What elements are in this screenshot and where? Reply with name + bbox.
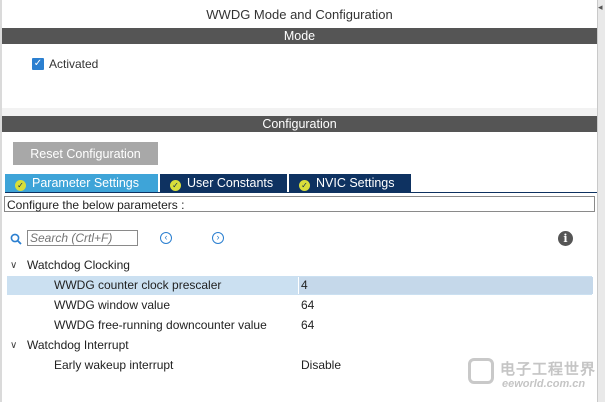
- group-label: Watchdog Interrupt: [27, 338, 129, 352]
- configuration-section-header: Configuration: [2, 116, 597, 132]
- window-title: WWDG Mode and Configuration: [206, 7, 393, 22]
- group-label: Watchdog Clocking: [27, 258, 130, 272]
- watermark: 电子工程世界 eeworld.com.cn: [468, 356, 600, 398]
- check-circle-icon: ✓: [170, 180, 181, 191]
- chevron-left-circle-icon[interactable]: ‹: [160, 232, 172, 244]
- chevron-right-circle-icon[interactable]: ›: [212, 232, 224, 244]
- param-label: WWDG window value: [54, 298, 171, 312]
- window-scrollbar[interactable]: [597, 0, 605, 402]
- search-input[interactable]: [27, 230, 138, 246]
- param-value[interactable]: 64: [301, 296, 314, 315]
- param-label: WWDG free-running downcounter value: [54, 318, 267, 332]
- chevron-down-icon[interactable]: ∨: [10, 336, 17, 355]
- param-value[interactable]: 4: [301, 276, 308, 295]
- tab-panel-border: [5, 192, 597, 193]
- check-circle-icon: ✓: [15, 180, 26, 191]
- param-label: Early wakeup interrupt: [54, 358, 174, 372]
- param-value[interactable]: 64: [301, 316, 314, 335]
- activated-label: Activated: [49, 57, 99, 71]
- mode-section: [2, 44, 597, 110]
- watermark-logo-icon: [468, 358, 494, 384]
- tab-user-constants[interactable]: ✓ User Constants: [160, 174, 287, 192]
- tree-group-watchdog-clocking[interactable]: ∨ Watchdog Clocking: [7, 256, 592, 275]
- check-circle-icon: ✓: [299, 180, 310, 191]
- search-icon: [10, 233, 22, 245]
- tab-label: Parameter Settings: [32, 176, 139, 190]
- activated-checkbox[interactable]: ✓: [32, 58, 44, 70]
- param-value-editor[interactable]: [298, 277, 593, 294]
- param-row-counter-clock-prescaler[interactable]: WWDG counter clock prescaler 4: [7, 276, 593, 295]
- reset-configuration-button[interactable]: Reset Configuration: [13, 142, 158, 165]
- param-row-window-value[interactable]: WWDG window value 64: [7, 296, 592, 315]
- chevron-down-icon[interactable]: ∨: [10, 256, 17, 275]
- watermark-url: eeworld.com.cn: [502, 378, 586, 390]
- param-row-downcounter-value[interactable]: WWDG free-running downcounter value 64: [7, 316, 592, 335]
- watermark-text: 电子工程世界: [500, 360, 597, 378]
- tree-group-watchdog-interrupt[interactable]: ∨ Watchdog Interrupt: [7, 336, 592, 355]
- mode-section-header: Mode: [2, 28, 597, 44]
- tab-nvic-settings[interactable]: ✓ NVIC Settings: [289, 174, 411, 192]
- configure-instructions: Configure the below parameters :: [4, 196, 595, 212]
- section-separator: [2, 108, 597, 116]
- tab-label: User Constants: [187, 176, 274, 190]
- info-icon[interactable]: i: [558, 231, 573, 246]
- param-value[interactable]: Disable: [301, 356, 341, 375]
- param-label: WWDG counter clock prescaler: [54, 278, 222, 292]
- tab-parameter-settings[interactable]: ✓ Parameter Settings: [5, 174, 158, 192]
- scroll-up-arrow-icon[interactable]: ◂: [598, 2, 604, 12]
- tab-label: NVIC Settings: [316, 176, 395, 190]
